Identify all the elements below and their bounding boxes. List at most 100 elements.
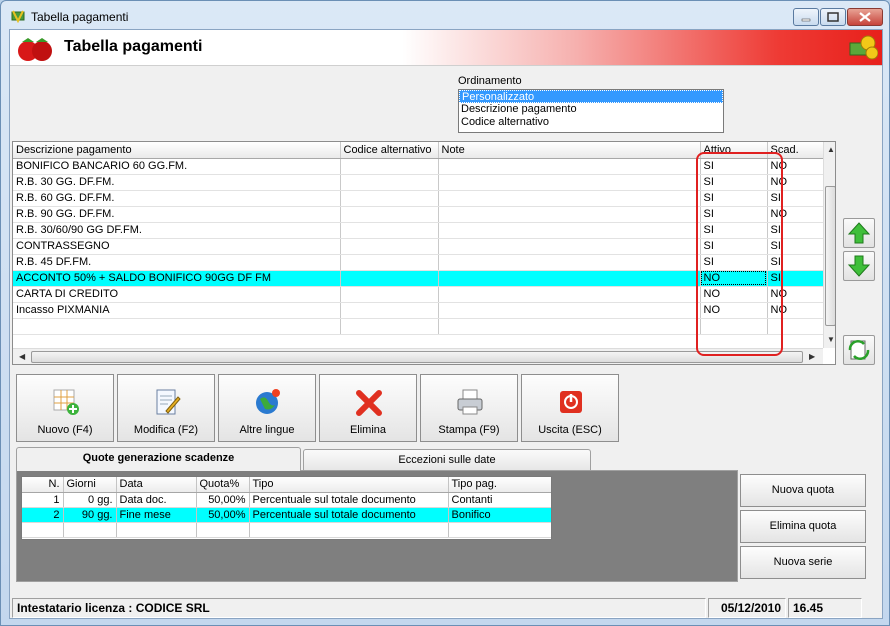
cell-codice[interactable] [340,254,439,271]
tab-eccezioni[interactable]: Eccezioni sulle date [303,449,591,471]
cell-note[interactable] [438,270,701,287]
ordinamento-option[interactable]: Descrizione pagamento [459,103,723,116]
scroll-right-icon[interactable]: ▶ [809,352,815,362]
scroll-up-icon[interactable]: ▲ [827,145,835,155]
nuovo-button[interactable]: Nuovo (F4) [16,374,114,442]
cell-descrizione[interactable]: Incasso PIXMANIA [13,302,341,319]
tab-panel-quote: N. Giorni Data Quota% Tipo Tipo pag. 1 0… [16,470,738,582]
stampa-label: Stampa (F9) [438,424,500,436]
nuova-quota-button[interactable]: Nuova quota [740,474,866,507]
minimize-icon [801,18,811,22]
column-header-giorni[interactable]: Giorni [63,477,117,493]
quote-grid[interactable]: N. Giorni Data Quota% Tipo Tipo pag. 1 0… [21,476,552,540]
cell-giorni[interactable]: 0 gg. [63,492,117,508]
altre-lingue-button[interactable]: Altre lingue [218,374,316,442]
cell-descrizione[interactable]: R.B. 30 GG. DF.FM. [13,174,341,191]
column-header-tipo[interactable]: Tipo [249,477,449,493]
cell-codice[interactable] [340,270,439,287]
status-time: 16.45 [788,598,862,618]
cell-descrizione[interactable]: CONTRASSEGNO [13,238,341,255]
cell-giorni[interactable]: 90 gg. [63,507,117,523]
cell-n[interactable]: 2 [22,507,64,523]
cell-n[interactable]: 1 [22,492,64,508]
app-icon [11,10,25,23]
cell-tipo-pag[interactable]: Contanti [448,492,551,508]
cell-descrizione[interactable]: ACCONTO 50% + SALDO BONIFICO 90GG DF FM [13,270,341,287]
table-row[interactable]: 1 0 gg. Data doc. 50,00% Percentuale sul… [22,492,551,508]
ordinamento-option[interactable]: Codice alternativo [459,116,723,129]
money-icon [849,35,878,60]
close-button[interactable] [847,8,883,26]
cell-note[interactable] [438,158,701,175]
column-header-quota[interactable]: Quota% [196,477,250,493]
tab-quote[interactable]: Quote generazione scadenze [16,447,301,471]
nuova-serie-button[interactable]: Nuova serie [740,546,866,579]
elimina-label: Elimina [349,424,387,436]
cell-quota[interactable]: 50,00% [196,492,250,508]
scroll-left-icon[interactable]: ◀ [19,352,25,362]
cell-note[interactable] [438,238,701,255]
cell-descrizione[interactable]: CARTA DI CREDITO [13,286,341,303]
cell-note[interactable] [438,206,701,223]
cell-note[interactable] [438,254,701,271]
cell-codice[interactable] [340,302,439,319]
close-icon [859,12,871,22]
cell-note[interactable] [438,222,701,239]
scroll-down-icon[interactable]: ▼ [827,335,835,345]
stampa-button[interactable]: Stampa (F9) [420,374,518,442]
scroll-thumb[interactable] [825,186,835,326]
uscita-button[interactable]: Uscita (ESC) [521,374,619,442]
cell-descrizione[interactable]: R.B. 60 GG. DF.FM. [13,190,341,207]
ordinamento-option[interactable]: Personalizzato [459,90,723,103]
cell-codice[interactable] [340,206,439,223]
cell-note[interactable] [438,174,701,191]
hscroll-thumb[interactable] [31,351,803,363]
arrow-up-icon [847,222,871,244]
ordinamento-label: Ordinamento [458,75,522,87]
tab-strip: Quote generazione scadenze Eccezioni sul… [16,447,876,471]
cell-note[interactable] [438,302,701,319]
cell-codice[interactable] [340,222,439,239]
elimina-button[interactable]: Elimina [319,374,417,442]
cell-codice[interactable] [340,238,439,255]
vertical-scrollbar[interactable]: ▲ ▼ [823,142,835,348]
move-up-button[interactable] [843,218,875,248]
maximize-button[interactable] [820,8,846,26]
cell-tipo[interactable]: Percentuale sul totale documento [249,507,449,523]
cell-note[interactable] [438,286,701,303]
cell-tipo[interactable]: Percentuale sul totale documento [249,492,449,508]
modifica-label: Modifica (F2) [133,424,199,436]
cell-tipo-pag[interactable]: Bonifico [448,507,551,523]
cell-codice[interactable] [340,158,439,175]
cell-note[interactable] [438,190,701,207]
move-down-button[interactable] [843,251,875,281]
table-row-selected[interactable]: 2 90 gg. Fine mese 50,00% Percentuale su… [22,507,551,523]
column-header-n[interactable]: N. [22,477,64,493]
modifica-button[interactable]: Modifica (F2) [117,374,215,442]
status-bar: Intestatario licenza : CODICE SRL 05/12/… [12,596,880,618]
cell-codice[interactable] [340,174,439,191]
column-header-codice[interactable]: Codice alternativo [340,142,439,159]
elimina-quota-button[interactable]: Elimina quota [740,510,866,543]
column-header-note[interactable]: Note [438,142,701,159]
refresh-button[interactable] [843,335,875,365]
title-bar[interactable]: Tabella pagamenti [1,1,889,29]
ordinamento-list[interactable]: Personalizzato Descrizione pagamento Cod… [458,89,724,133]
cell-data[interactable]: Fine mese [116,507,197,523]
column-header-data[interactable]: Data [116,477,197,493]
cell-descrizione[interactable]: BONIFICO BANCARIO 60 GG.FM. [13,158,341,175]
minimize-button[interactable] [793,8,819,26]
cell-descrizione[interactable]: R.B. 30/60/90 GG DF.FM. [13,222,341,239]
maximize-icon [827,12,839,22]
cell-data[interactable]: Data doc. [116,492,197,508]
cell-codice[interactable] [340,286,439,303]
column-header-descrizione[interactable]: Descrizione pagamento [13,142,341,159]
cell-quota[interactable]: 50,00% [196,507,250,523]
cell-codice[interactable] [340,190,439,207]
new-grid-icon [53,389,79,415]
cell-descrizione[interactable]: R.B. 45 DF.FM. [13,254,341,271]
uscita-label: Uscita (ESC) [538,424,602,436]
table-row-empty[interactable] [22,522,551,538]
column-header-tipo-pag[interactable]: Tipo pag. [448,477,551,493]
cell-descrizione[interactable]: R.B. 90 GG. DF.FM. [13,206,341,223]
